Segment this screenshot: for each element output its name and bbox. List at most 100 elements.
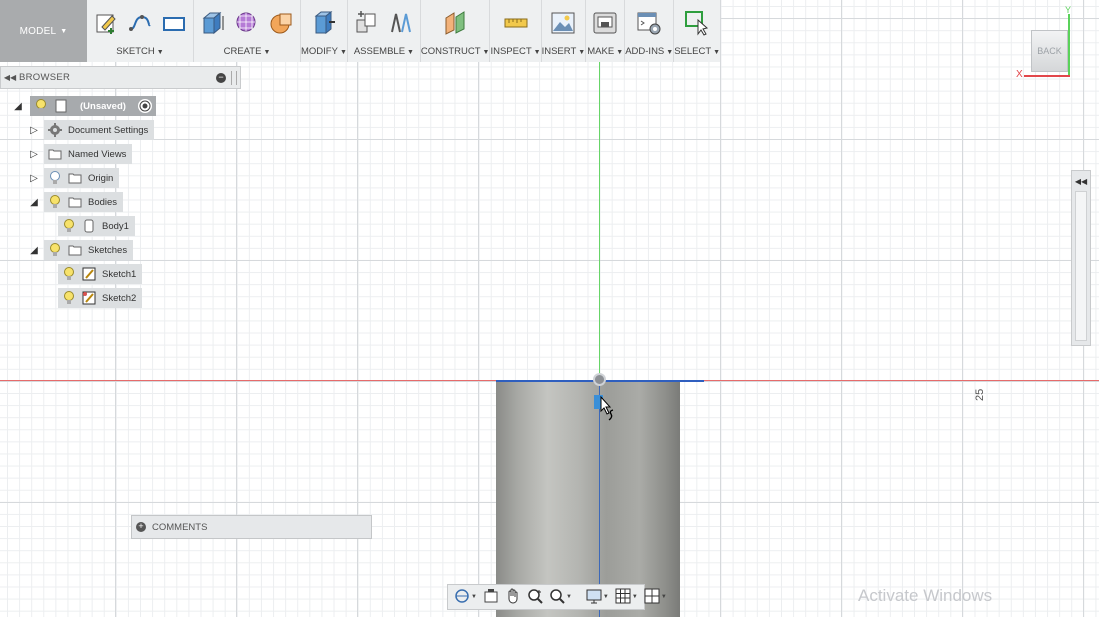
origin-point[interactable] [593,373,606,386]
tree-item-sketch1[interactable]: Sketch1 [58,264,143,284]
tree-item-label: (Unsaved) [80,100,126,112]
viewcube-x-label: X [1016,69,1023,80]
extrude-icon[interactable] [200,10,226,36]
3d-print-icon[interactable] [592,10,618,36]
chevron-down-icon: ▼ [616,49,624,56]
lightbulb-icon[interactable] [62,219,76,233]
sketch-group[interactable]: SKETCH ▼ [87,0,194,62]
sketch-menu-label: SKETCH [116,46,155,57]
collapse-left-icon[interactable]: ◀◀ [1,73,19,82]
resize-grip-icon[interactable] [231,70,237,85]
modify-menu-label: MODIFY [301,46,338,57]
insert-image-icon[interactable] [550,10,576,36]
new-component-icon[interactable] [354,10,380,36]
viewcube-y-axis [1068,14,1070,76]
tree-item-sketches[interactable]: ◢ Sketches [28,240,134,260]
hand-icon [505,588,521,607]
activate-windows-watermark: Activate Windows [858,586,993,605]
inspect-group[interactable]: INSPECT ▼ [490,0,542,62]
make-group[interactable]: MAKE ▼ [586,0,626,62]
form-icon[interactable] [234,10,260,36]
tree-item-bodies[interactable]: ◢ Bodies [28,192,124,212]
tree-item-label: Body1 [102,220,129,232]
orbit-button[interactable]: ▼ [452,587,479,607]
spline-icon[interactable] [127,10,153,36]
look-at-icon [483,588,499,607]
body1-solid[interactable] [496,381,680,617]
collapsed-triangle-icon[interactable]: ▷ [28,124,40,136]
viewports-button[interactable]: ▼ [642,587,669,607]
scripts-icon[interactable] [636,10,662,36]
panel-scrollbar[interactable] [1075,191,1087,341]
fit-button[interactable]: ▼ [547,587,574,607]
create-primitive-icon[interactable] [268,10,294,36]
sketch-icon [82,291,96,305]
insert-group[interactable]: INSERT ▼ [541,0,587,62]
collapsed-triangle-icon[interactable]: ▷ [28,148,40,160]
assemble-menu-label: ASSEMBLE [353,46,406,57]
measure-icon[interactable] [503,10,529,36]
tree-item-document-settings[interactable]: ▷ Document Settings [28,120,155,140]
workspace-switcher[interactable]: MODEL ▼ [0,0,87,62]
add-ins-menu-label: ADD-INS [625,46,665,57]
expanded-triangle-icon[interactable]: ◢ [28,244,40,256]
modify-group[interactable]: MODIFY ▼ [301,0,348,62]
workspace-label: MODEL [19,25,57,37]
folder-icon [68,195,82,209]
comments-panel[interactable]: + COMMENTS [131,515,372,539]
chevron-down-icon: ▼ [60,27,68,35]
look-at-button[interactable] [481,587,501,607]
tree-item-label: Document Settings [68,124,149,136]
grid-settings-button[interactable]: ▼ [613,587,640,607]
press-pull-icon[interactable] [311,10,337,36]
create-sketch-icon[interactable] [93,10,119,36]
lightbulb-icon[interactable] [62,291,76,305]
lightbulb-icon[interactable] [48,243,62,257]
select-group[interactable]: SELECT ▼ [674,0,721,62]
tree-item-sketch2[interactable]: Sketch2 [58,288,143,308]
pan-button[interactable] [503,587,523,607]
sketch-icon [82,267,96,281]
tree-item-named-views[interactable]: ▷ Named Views [28,144,133,164]
grid-icon [615,588,631,607]
chevron-down-icon: ▼ [533,49,541,56]
minimize-icon[interactable]: − [216,72,226,83]
document-icon [54,99,68,113]
collapse-left-icon[interactable]: ◀◀ [1072,177,1090,186]
select-cursor-icon[interactable] [684,10,710,36]
viewcube-face[interactable]: BACK [1031,30,1068,72]
create-group[interactable]: CREATE ▼ [194,0,301,62]
comments-title: COMMENTS [152,521,208,533]
offset-plane-icon[interactable] [442,10,468,36]
zoom-button[interactable] [525,587,545,607]
collapsed-triangle-icon[interactable]: ▷ [28,172,40,184]
expanded-triangle-icon[interactable]: ◢ [12,100,24,112]
rectangle-icon[interactable] [161,10,187,36]
tree-item-root[interactable]: ◢ (Unsaved) [12,96,156,116]
chevron-down-icon: ▼ [407,49,414,56]
chevron-down-icon: ▼ [339,49,347,56]
gear-icon [48,123,62,137]
lightbulb-icon[interactable] [48,195,62,209]
lightbulb-icon[interactable] [34,99,48,113]
add-ins-group[interactable]: ADD-INS ▼ [625,0,675,62]
viewcube[interactable]: BACK X Y [1014,5,1074,80]
right-side-panel[interactable]: ◀◀ [1071,170,1091,346]
expanded-triangle-icon[interactable]: ◢ [28,196,40,208]
browser-header[interactable]: ◀◀ BROWSER − [0,66,241,89]
tree-item-origin[interactable]: ▷ Origin [28,168,120,188]
browser-title: BROWSER [19,72,71,83]
make-menu-label: MAKE [587,46,615,57]
joint-icon[interactable] [388,10,414,36]
tree-item-label: Sketch1 [102,268,137,280]
select-menu-label: SELECT [674,46,712,57]
expand-plus-icon[interactable]: + [136,522,146,532]
tree-item-body1[interactable]: Body1 [58,216,135,236]
display-settings-button[interactable]: ▼ [584,587,611,607]
activate-radio-icon[interactable] [137,99,152,113]
lightbulb-icon[interactable] [62,267,76,281]
lightbulb-off-icon[interactable] [48,171,62,185]
assemble-group[interactable]: ASSEMBLE ▼ [347,0,421,62]
construct-group[interactable]: CONSTRUCT ▼ [420,0,491,62]
mouse-cursor-icon [600,395,622,429]
